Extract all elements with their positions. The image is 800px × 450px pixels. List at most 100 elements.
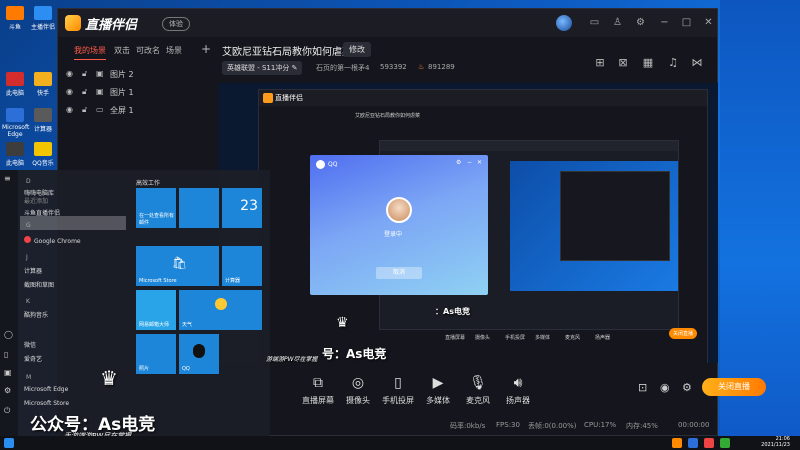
category-badge[interactable]: 英雄联盟 - S11冲分 ✎ xyxy=(222,61,303,75)
tile-photos[interactable]: 照片 xyxy=(136,334,176,374)
eye-icon[interactable]: ◉ xyxy=(66,87,73,96)
tile-office[interactable]: 在一处查看所有邮件 xyxy=(136,188,176,228)
app-list-item[interactable]: Google Chrome xyxy=(24,236,81,245)
source-row[interactable]: ◉ 🔓︎ ▣ 图片 2 xyxy=(66,67,216,83)
pictures-icon[interactable]: ▣ xyxy=(4,368,12,377)
bell-icon[interactable]: ♫ xyxy=(666,56,680,70)
channel-name: 石页的第一根矛4 xyxy=(316,64,370,72)
desktop-icon-pc[interactable]: 此电脑 xyxy=(2,72,28,97)
section-letter[interactable]: D xyxy=(26,178,31,185)
qq-cancel-button[interactable]: 取消 xyxy=(376,267,422,279)
nested-tool: 摄像头 xyxy=(475,335,491,341)
section-letter[interactable]: K xyxy=(26,298,30,305)
desktop-icon-kuaishou[interactable]: 快手 xyxy=(30,72,56,97)
app-list-item[interactable]: 截图和草图 xyxy=(24,280,54,289)
status-bar: 码率:0kb/s FPS:30 丢帧:0(0.00%) CPU:17% 内存:4… xyxy=(450,421,720,433)
system-clock[interactable]: 21:06 2021/11/23 xyxy=(761,436,790,448)
edit-title-button[interactable]: 修改 xyxy=(343,42,371,57)
category-label: 英雄联盟 - S11冲分 xyxy=(227,64,290,72)
tool-mic[interactable]: 🎙︎ 麦克风 xyxy=(458,375,498,406)
app-list-item[interactable]: 爱奇艺 xyxy=(24,354,42,363)
qq-close-icon[interactable]: ✕ xyxy=(477,159,482,166)
section-letter[interactable]: G xyxy=(26,222,31,229)
tile-qq[interactable]: QQ xyxy=(179,334,219,374)
eye-icon[interactable]: ◉ xyxy=(66,69,73,78)
desktop-icon-helper[interactable]: 主播伴侣 xyxy=(30,6,56,31)
app-list-item[interactable]: 计算器 xyxy=(24,266,42,275)
qq-logo-icon xyxy=(316,160,325,169)
app-list-item[interactable]: 最近添加 xyxy=(24,196,48,205)
tool-screen[interactable]: ⧉ 直播屏幕 xyxy=(298,375,338,406)
frame-loss: 丢帧:0(0.00%) xyxy=(528,422,577,430)
hamburger-icon[interactable]: ≡ xyxy=(4,174,11,183)
gift-icon[interactable]: ⊞ xyxy=(593,56,607,70)
app-list-item[interactable]: 微信 xyxy=(24,340,36,349)
nested2-title-bar xyxy=(380,141,678,151)
maximize-icon[interactable]: □ xyxy=(680,16,693,29)
user-avatar[interactable] xyxy=(556,15,572,31)
taskbar-app-icon[interactable] xyxy=(720,438,730,448)
taskbar-app-icon[interactable] xyxy=(704,438,714,448)
settings-icon[interactable]: ⚙ xyxy=(4,386,11,395)
experience-badge[interactable]: 体验 xyxy=(162,17,190,31)
taskbar-app-icon[interactable] xyxy=(672,438,682,448)
tab-rename[interactable]: 可改名 xyxy=(136,45,160,56)
tile-mail[interactable] xyxy=(179,188,219,228)
tshirt-icon[interactable]: ♙ xyxy=(611,16,624,29)
nested-tool: 手机投屏 xyxy=(505,335,526,341)
desktop-icon-douyu[interactable]: 斗鱼 xyxy=(2,6,28,31)
lock-icon[interactable]: 🔓︎ xyxy=(82,87,87,97)
qq-minimize-icon[interactable]: − xyxy=(467,159,472,166)
close-icon[interactable]: ✕ xyxy=(702,16,715,29)
minimize-icon[interactable]: − xyxy=(658,16,671,29)
preview-eye-icon[interactable]: ◉ xyxy=(660,381,670,394)
tab-my-scene[interactable]: 我的场景 xyxy=(74,45,106,56)
add-scene-icon[interactable]: + xyxy=(201,42,211,56)
power-icon[interactable]: ⏻ xyxy=(4,406,10,416)
app-list-item[interactable]: Microsoft Store xyxy=(24,400,69,407)
desktop-icon-qqmusic[interactable]: QQ音乐 xyxy=(30,142,56,167)
windows-start-icon[interactable] xyxy=(4,438,14,448)
image-icon: ▣ xyxy=(96,69,104,78)
layout-icon[interactable]: ▦ xyxy=(641,56,655,70)
section-letter[interactable]: M xyxy=(26,374,31,381)
lock-header-icon[interactable]: ⊠ xyxy=(616,56,630,70)
document-icon[interactable]: ▯ xyxy=(4,350,8,359)
app-list-item[interactable]: Microsoft Edge xyxy=(24,386,68,393)
stop-live-button[interactable]: 关闭直播 xyxy=(702,378,766,396)
app-list-item[interactable]: 酷狗音乐 xyxy=(24,310,48,319)
tool-phone-cast[interactable]: ▯ 手机投屏 xyxy=(378,375,418,406)
tool-media[interactable]: ▶ 多媒体 xyxy=(418,375,458,406)
taskbar: 21:06 2021/11/23 xyxy=(0,436,800,450)
tile-store[interactable]: 🛍︎ Microsoft Store xyxy=(136,246,219,286)
record-icon[interactable]: ⊡ xyxy=(638,381,647,394)
tab-scene[interactable]: 场景 xyxy=(166,45,182,56)
speaker-icon: 🔊︎ xyxy=(513,375,523,391)
toolbar-settings-icon[interactable]: ⚙ xyxy=(682,381,692,394)
desktop-icon-edge[interactable]: Microsoft Edge xyxy=(2,108,29,138)
source-row[interactable]: ◉ 🔓︎ ▭ 全屏 1 xyxy=(66,103,216,119)
tool-camera[interactable]: ◎ 摄像头 xyxy=(338,375,378,406)
tab-double-click[interactable]: 双击 xyxy=(114,45,130,56)
share-icon[interactable]: ⋈ xyxy=(690,56,704,70)
lock-icon[interactable]: 🔓︎ xyxy=(82,105,87,115)
nested-watermark: ：As电竞 xyxy=(435,307,470,316)
message-icon[interactable]: ▭ xyxy=(588,16,601,29)
eye-icon[interactable]: ◉ xyxy=(66,105,73,114)
tile-mail-master[interactable]: 网易邮箱大师 xyxy=(136,290,176,330)
tile-calendar[interactable]: 23 xyxy=(222,188,262,228)
user-icon[interactable]: ◯ xyxy=(4,330,13,339)
tool-speaker[interactable]: 🔊︎ 扬声器 xyxy=(498,375,538,406)
taskbar-app-icon[interactable] xyxy=(688,438,698,448)
section-letter[interactable]: J xyxy=(26,254,28,261)
nested-tool: 直播屏幕 xyxy=(445,335,466,341)
qq-settings-icon[interactable]: ⚙ xyxy=(456,159,461,166)
desktop-icon-calc[interactable]: 计算器 xyxy=(30,108,56,133)
lock-icon[interactable]: 🔓︎ xyxy=(82,69,87,79)
settings-icon[interactable]: ⚙ xyxy=(634,16,647,29)
tile-weather[interactable]: 天气 xyxy=(179,290,262,330)
calendar-day: 23 xyxy=(240,198,258,214)
source-row[interactable]: ◉ 🔓︎ ▣ 图片 1 xyxy=(66,85,216,101)
desktop-icon-pc2[interactable]: 此电脑 xyxy=(2,142,28,167)
tile-calculator[interactable]: 计算器 xyxy=(222,246,262,286)
